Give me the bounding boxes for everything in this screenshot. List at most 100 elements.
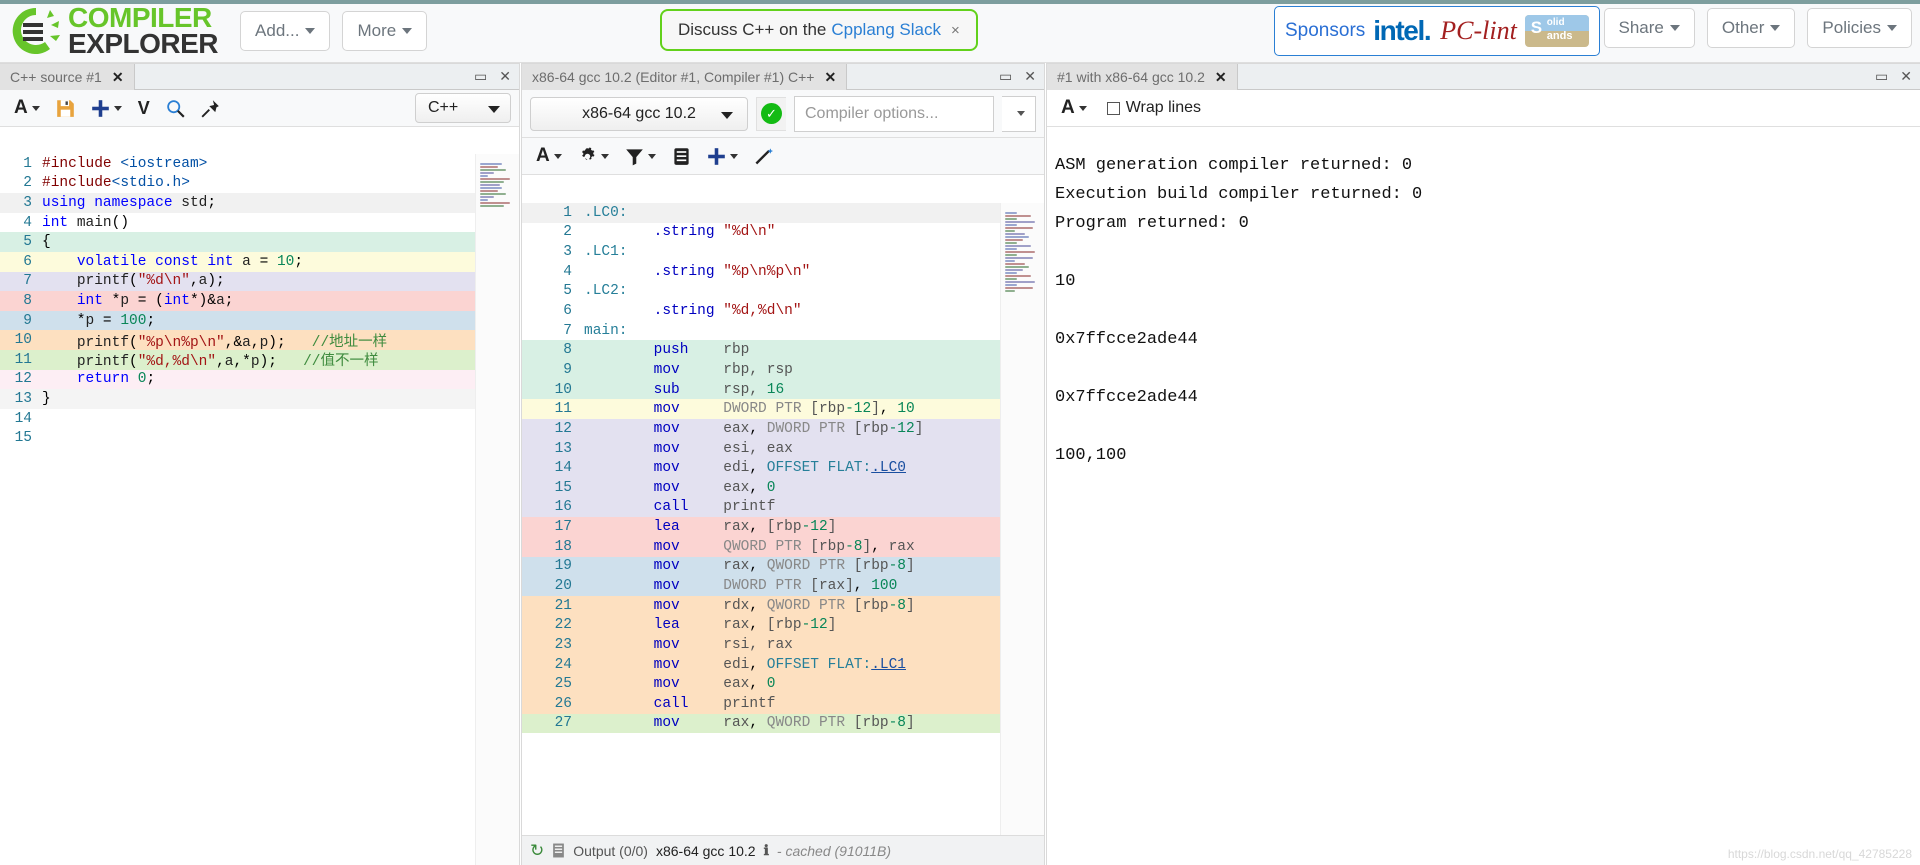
code-line[interactable]: 9 *p = 100; (0, 311, 519, 331)
code-line[interactable]: 21 mov rdx, QWORD PTR [rbp-8] (522, 596, 1044, 616)
code-line[interactable]: 26 call printf (522, 694, 1044, 714)
chevron-down-icon (305, 28, 315, 34)
compiler-options-input[interactable]: Compiler options... (794, 96, 994, 132)
language-select[interactable]: C++ (415, 93, 511, 123)
close-icon[interactable]: ✕ (1024, 68, 1036, 85)
close-icon[interactable]: ✕ (824, 69, 836, 86)
solid-sands-logo[interactable]: S olid ands (1525, 15, 1589, 47)
code-line[interactable]: 7 printf("%d\n",a); (0, 272, 519, 292)
add-new-pane-button[interactable] (701, 144, 744, 169)
code-line[interactable]: 4int main() (0, 213, 519, 233)
intel-logo[interactable]: intel. (1373, 15, 1430, 47)
code-line[interactable]: 14 mov edi, OFFSET FLAT:.LC0 (522, 458, 1044, 478)
code-line[interactable]: 22 lea rax, [rbp-12] (522, 615, 1044, 635)
sponsors-box[interactable]: Sponsors intel. PC-lint S olid ands (1274, 6, 1600, 56)
code-line[interactable]: 2#include<stdio.h> (0, 174, 519, 194)
pin-button[interactable] (195, 96, 226, 121)
close-icon[interactable]: × (951, 22, 960, 39)
code-line[interactable]: 3.LC1: (522, 242, 1044, 262)
tab-compiler-1[interactable]: x86-64 gcc 10.2 (Editor #1, Compiler #1)… (522, 64, 847, 90)
vim-mode-button[interactable]: V (132, 95, 156, 122)
code-line[interactable]: 12 return 0; (0, 370, 519, 390)
reload-icon[interactable]: ↻ (530, 841, 544, 861)
code-line[interactable]: 16 call printf (522, 498, 1044, 518)
code-line[interactable]: 27 mov rax, QWORD PTR [rbp-8] (522, 714, 1044, 734)
code-line[interactable]: 18 mov QWORD PTR [rbp-8], rax (522, 537, 1044, 557)
code-line[interactable]: 19 mov rax, QWORD PTR [rbp-8] (522, 557, 1044, 577)
code-line[interactable]: 10 sub rsp, 16 (522, 380, 1044, 400)
code-line[interactable]: 15 mov eax, 0 (522, 478, 1044, 498)
code-line[interactable]: 12 mov eax, DWORD PTR [rbp-12] (522, 419, 1044, 439)
tab-cpp-source-1[interactable]: C++ source #1 ✕ (0, 64, 135, 90)
discuss-banner[interactable]: Discuss C++ on the Cpplang Slack × (660, 9, 978, 51)
code-line[interactable]: 1#include <iostream> (0, 154, 519, 174)
code-line[interactable]: 1.LC0: (522, 203, 1044, 223)
assembly-minimap[interactable] (1000, 203, 1044, 835)
editor-pane-controls: ▭ ✕ (474, 68, 511, 85)
assembly-output-area[interactable]: 1.LC0:2 .string "%d\n"3.LC1:4 .string "%… (522, 203, 1044, 835)
font-size-button[interactable]: A (8, 94, 46, 122)
line-number: 7 (0, 273, 42, 289)
compiler-settings-button[interactable] (572, 144, 615, 169)
add-button[interactable]: Add... (240, 11, 330, 51)
output-filters-button[interactable] (619, 144, 662, 169)
code-line[interactable]: 23 mov rsi, rax (522, 635, 1044, 655)
minimap-line (1005, 233, 1025, 235)
close-icon[interactable]: ✕ (112, 69, 124, 86)
code-line[interactable]: 6 .string "%d,%d\n" (522, 301, 1044, 321)
wrap-lines-checkbox[interactable]: Wrap lines (1107, 99, 1201, 117)
source-code-area[interactable]: 1#include <iostream>2#include<stdio.h>3u… (0, 154, 519, 865)
save-button[interactable] (50, 96, 81, 121)
code-line[interactable]: 25 mov eax, 0 (522, 674, 1044, 694)
compiler-select[interactable]: x86-64 gcc 10.2 (530, 97, 748, 131)
tools-button[interactable] (748, 144, 781, 169)
code-line[interactable]: 8 push rbp (522, 340, 1044, 360)
code-line[interactable]: 4 .string "%p\n%p\n" (522, 262, 1044, 282)
code-line[interactable]: 15 (0, 428, 519, 448)
line-number: 17 (522, 519, 584, 535)
code-line[interactable]: 3using namespace std; (0, 193, 519, 213)
maximize-icon[interactable]: ▭ (474, 68, 487, 85)
code-line[interactable]: 7main: (522, 321, 1044, 341)
code-line[interactable]: 17 lea rax, [rbp-12] (522, 517, 1044, 537)
more-button[interactable]: More (342, 11, 427, 51)
other-button[interactable]: Other (1707, 8, 1796, 48)
code-line[interactable]: 6 volatile const int a = 10; (0, 252, 519, 272)
brand-logo-group[interactable]: COMPILER EXPLORER (10, 5, 218, 57)
maximize-icon[interactable]: ▭ (1875, 68, 1888, 85)
cpplang-slack-link[interactable]: Cpplang Slack (831, 20, 941, 40)
search-button[interactable] (160, 96, 191, 121)
libraries-button[interactable] (666, 144, 697, 169)
asm-font-size-button[interactable]: A (530, 142, 568, 170)
info-icon[interactable]: ℹ (764, 842, 769, 859)
code-line[interactable]: 24 mov edi, OFFSET FLAT:.LC1 (522, 655, 1044, 675)
code-line[interactable]: 13 mov esi, eax (522, 439, 1044, 459)
close-icon[interactable]: ✕ (499, 68, 511, 85)
code-line[interactable]: 9 mov rbp, rsp (522, 360, 1044, 380)
policies-button[interactable]: Policies (1807, 8, 1912, 48)
checkbox-icon[interactable] (1107, 102, 1120, 115)
close-icon[interactable]: ✕ (1215, 69, 1227, 86)
code-line[interactable]: 11 printf("%d,%d\n",a,*p); //值不一样 (0, 350, 519, 370)
output-label[interactable]: Output (0/0) (573, 843, 648, 859)
program-output-area[interactable]: ASM generation compiler returned: 0Execu… (1055, 156, 1912, 865)
pclint-logo[interactable]: PC-lint (1440, 16, 1517, 46)
code-line[interactable]: 8 int *p = (int*)&a; (0, 291, 519, 311)
minimap-line (1005, 221, 1035, 223)
code-line[interactable]: 13} (0, 389, 519, 409)
code-line[interactable]: 20 mov DWORD PTR [rax], 100 (522, 576, 1044, 596)
code-line[interactable]: 11 mov DWORD PTR [rbp-12], 10 (522, 399, 1044, 419)
code-line[interactable]: 2 .string "%d\n" (522, 223, 1044, 243)
code-line[interactable]: 5{ (0, 232, 519, 252)
add-new-button[interactable] (85, 96, 128, 121)
compiler-options-dropdown[interactable] (1002, 96, 1036, 132)
code-line[interactable]: 10 printf("%p\n%p\n",&a,p); //地址一样 (0, 330, 519, 350)
tab-output-1[interactable]: #1 with x86-64 gcc 10.2 ✕ (1047, 64, 1238, 90)
editor-minimap[interactable] (475, 154, 519, 865)
output-font-size-button[interactable]: A (1055, 94, 1093, 122)
code-line[interactable]: 5.LC2: (522, 282, 1044, 302)
code-line[interactable]: 14 (0, 409, 519, 429)
share-button[interactable]: Share (1604, 8, 1695, 48)
close-icon[interactable]: ✕ (1900, 68, 1912, 85)
maximize-icon[interactable]: ▭ (999, 68, 1012, 85)
